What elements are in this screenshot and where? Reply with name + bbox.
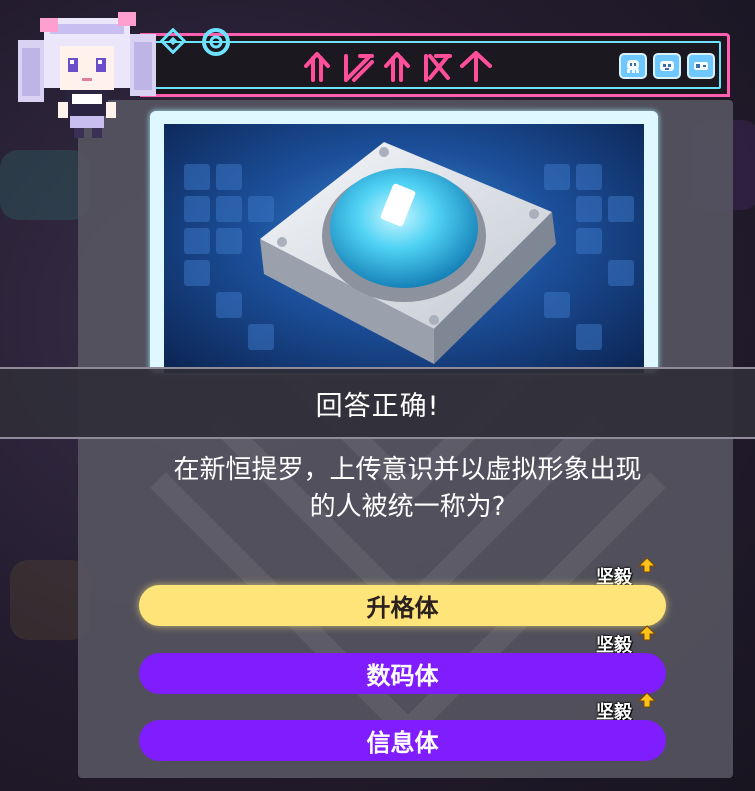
emblem-row	[619, 53, 715, 79]
result-text: 回答正确!	[315, 390, 440, 422]
answer-option-1[interactable]: 升格体	[139, 585, 666, 626]
title-glyph-logo	[304, 51, 492, 82]
answer-option-3-label: 信息体	[366, 729, 439, 757]
ghost-emblem-icon	[619, 53, 647, 79]
up-arrow-icon	[638, 557, 656, 573]
up-arrow-icon	[638, 692, 656, 708]
answer-option-2-label: 数码体	[366, 662, 439, 690]
answer-option-2[interactable]: 数码体	[139, 653, 666, 694]
question-line-1: 在新恒提罗，上传意识并以虚拟形象出现	[173, 455, 642, 485]
result-banner: 回答正确!	[0, 367, 755, 439]
critter-emblem-icon	[653, 53, 681, 79]
answer-option-3[interactable]: 信息体	[139, 720, 666, 761]
question-illustration	[164, 124, 644, 373]
up-arrow-icon	[638, 625, 656, 641]
diamond-icon	[160, 28, 186, 54]
question-text: 在新恒提罗，上传意识并以虚拟形象出现 的人被统一称为?	[140, 452, 675, 526]
question-line-2: 的人被统一称为?	[309, 492, 506, 522]
pixel-emblem-icon	[687, 53, 715, 79]
ring-icon	[202, 28, 230, 56]
answer-option-1-label: 升格体	[366, 594, 439, 622]
background-decoration	[0, 150, 90, 220]
character-avatar	[18, 12, 156, 138]
